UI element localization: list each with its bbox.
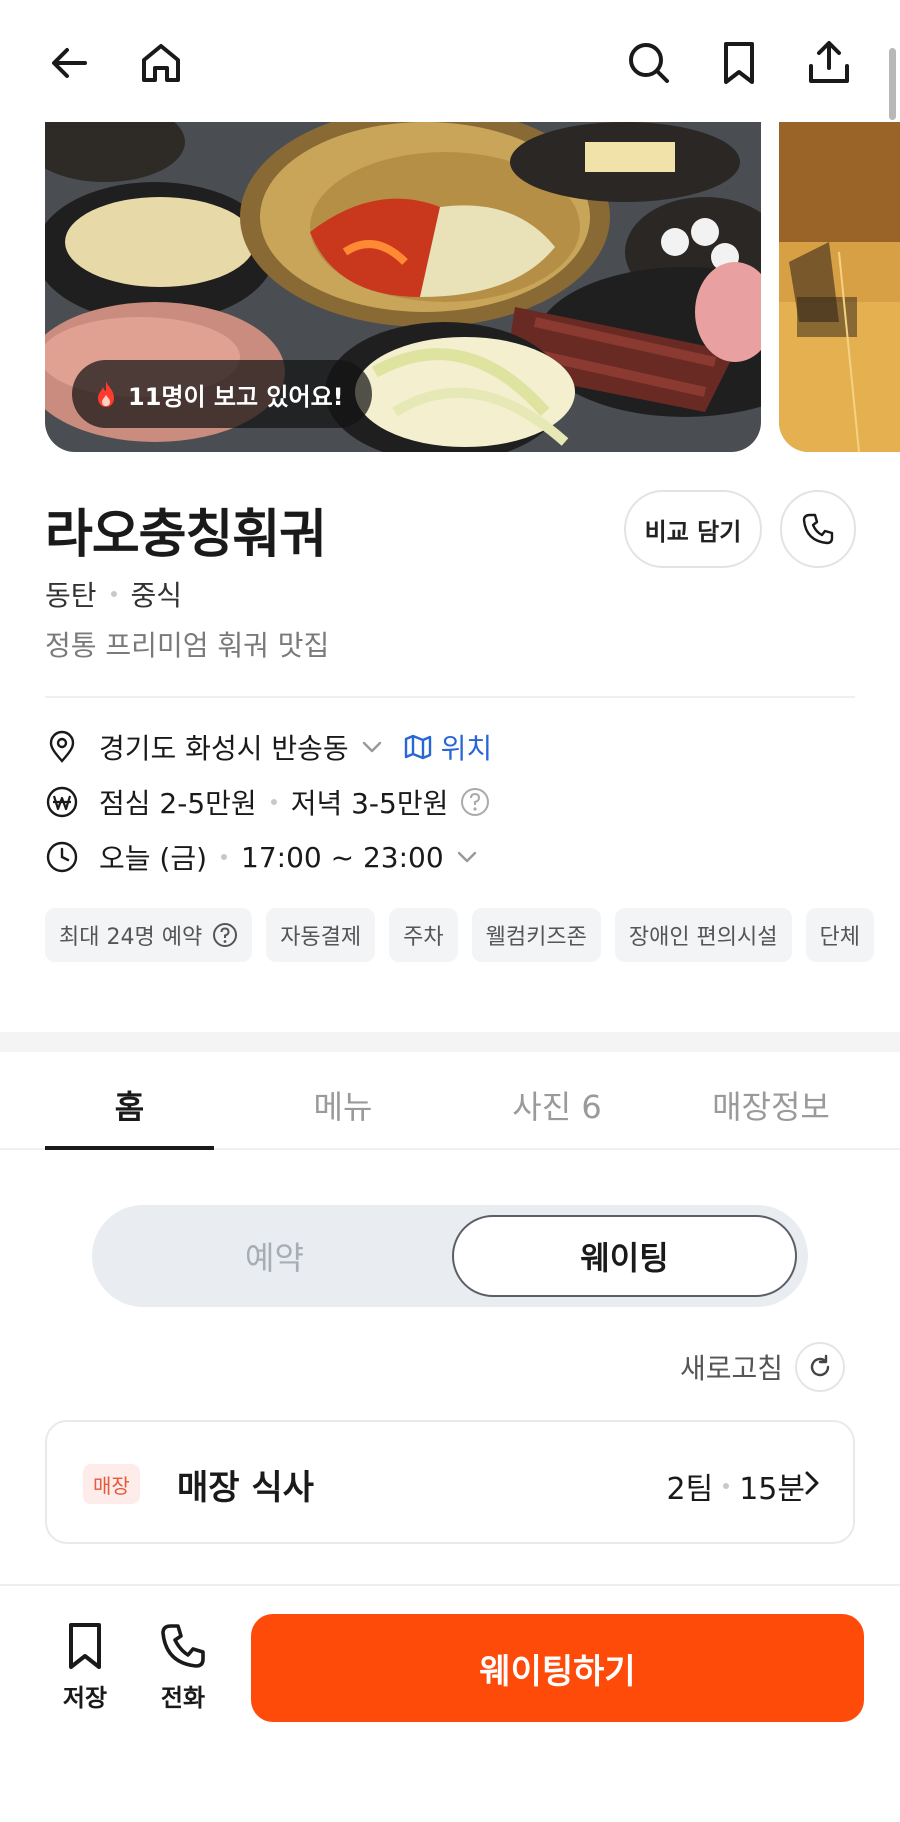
fire-icon: [98, 381, 114, 407]
refresh-label: 새로고침: [679, 1352, 783, 1385]
today-label: 오늘 (금): [99, 842, 208, 875]
interior-photo[interactable]: [779, 122, 900, 452]
call-button[interactable]: [780, 490, 856, 568]
waiting-type-title: 매장 식사: [177, 1468, 314, 1508]
bookmark-button[interactable]: [714, 38, 764, 88]
chevron-down-icon[interactable]: [454, 844, 480, 870]
bottom-action-bar: 저장 전화 웨이팅하기: [0, 1584, 900, 1822]
interior-photo-image: [779, 122, 900, 452]
map-link[interactable]: 위치: [403, 727, 493, 767]
reservation-waiting-toggle: 예약 웨이팅: [92, 1205, 808, 1307]
lunch-price: 점심 2-5만원: [99, 787, 257, 820]
restaurant-name: 라오충칭훠궈: [45, 505, 327, 565]
viewer-count-badge: 11명이 보고 있어요!: [72, 360, 372, 428]
chip-parking: 주차: [389, 908, 458, 962]
opening-hours: 17:00 ~ 23:00: [241, 840, 444, 874]
map-link-label: 위치: [440, 732, 493, 765]
hours-row: 오늘 (금) 17:00 ~ 23:00: [45, 834, 480, 880]
share-button[interactable]: [804, 38, 854, 88]
share-icon: [809, 41, 849, 83]
waiting-status: 2팀 15분: [667, 1464, 805, 1508]
separator-dot: [270, 799, 277, 805]
scrollbar[interactable]: [889, 48, 896, 120]
segment-waiting[interactable]: 웨이팅: [452, 1215, 797, 1297]
tab-home[interactable]: 홈: [45, 1082, 214, 1128]
chip-label: 자동결제: [280, 925, 362, 950]
bookmark-icon: [69, 1623, 101, 1669]
chevron-down-icon[interactable]: [359, 734, 385, 760]
restaurant-tagline: 정통 프리미엄 훠궈 맛집: [45, 629, 330, 662]
separator-dot: [110, 591, 117, 597]
restaurant-category: 중식: [130, 579, 183, 612]
chip-kids-zone: 웰컴키즈존: [471, 908, 601, 962]
refresh-icon: [810, 1354, 830, 1377]
restaurant-meta: 동탄 중식: [45, 574, 182, 614]
tab-store-info[interactable]: 매장정보: [686, 1082, 856, 1128]
separator-dot: [723, 1483, 730, 1489]
chip-accessibility: 장애인 편의시설: [614, 908, 792, 962]
tab-photos[interactable]: 사진 6: [472, 1082, 642, 1128]
map-icon: [404, 734, 431, 760]
help-icon: [213, 923, 238, 947]
chip-label: 주차: [403, 925, 444, 950]
restaurant-area: 동탄: [45, 579, 97, 612]
refresh-button[interactable]: [795, 1342, 845, 1392]
waiting-teams: 2팀: [666, 1472, 714, 1507]
arrow-left-icon: [52, 48, 87, 78]
refresh-control[interactable]: 새로고침: [680, 1342, 845, 1392]
chip-group: 단체: [805, 908, 875, 962]
chip-label: 장애인 편의시설: [628, 925, 778, 950]
search-icon: [629, 43, 669, 83]
address-text: 경기도 화성시 반송동: [99, 732, 349, 765]
phone-icon: [802, 513, 834, 545]
chip-max-reservation[interactable]: 최대 24명 예약: [45, 908, 253, 962]
clock-icon: [46, 841, 78, 873]
photo-gallery[interactable]: 11명이 보고 있어요!: [45, 122, 900, 452]
separator-dot: [221, 854, 228, 860]
phone-icon: [161, 1624, 205, 1668]
viewer-count-text: 11명이 보고 있어요!: [128, 382, 344, 411]
dinner-price: 저녁 3-5만원: [290, 787, 449, 820]
home-button[interactable]: [136, 38, 186, 88]
address-row: 경기도 화성시 반송동 위치: [45, 724, 492, 770]
feature-chips: 최대 24명 예약 자동결제 주차 웰컴키즈존 장애인 편의시설 단체: [45, 908, 875, 962]
compare-button[interactable]: 비교 담기: [624, 490, 762, 568]
chevron-right-icon: [805, 1471, 819, 1495]
chip-label: 단체: [819, 925, 861, 950]
waiting-status-card[interactable]: 매장 매장 식사 2팀 15분: [45, 1420, 855, 1544]
save-label: 저장: [62, 1684, 108, 1712]
hotpot-photo[interactable]: 11명이 보고 있어요!: [45, 122, 761, 452]
segment-reservation[interactable]: 예약: [102, 1215, 447, 1297]
chip-auto-payment: 자동결제: [266, 908, 376, 962]
dine-in-badge: 매장: [83, 1464, 140, 1504]
section-divider: [0, 1032, 900, 1052]
phone-call-button[interactable]: 전화: [143, 1620, 223, 1713]
help-icon[interactable]: [460, 787, 490, 817]
active-tab-indicator: [45, 1146, 214, 1150]
home-icon: [142, 44, 180, 82]
search-button[interactable]: [624, 38, 674, 88]
waiting-cta-button[interactable]: 웨이팅하기: [251, 1614, 864, 1722]
save-button[interactable]: 저장: [45, 1620, 125, 1713]
call-label: 전화: [160, 1684, 206, 1712]
chip-label: 최대 24명 예약: [59, 925, 203, 950]
price-row: 점심 2-5만원 저녁 3-5만원: [45, 779, 490, 825]
bookmark-icon: [724, 42, 754, 84]
tab-bar: 홈 메뉴 사진 6 매장정보: [0, 1052, 900, 1150]
chip-label: 웰컴키즈존: [485, 925, 587, 950]
divider: [45, 696, 855, 698]
location-pin-icon: [49, 730, 75, 763]
top-nav-bar: [0, 0, 900, 122]
tab-menu[interactable]: 메뉴: [258, 1082, 428, 1128]
back-button[interactable]: [45, 38, 95, 88]
won-icon: [46, 786, 78, 818]
